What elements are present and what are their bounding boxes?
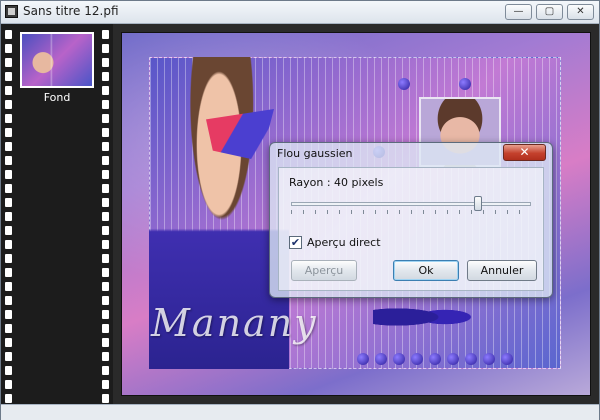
close-button[interactable]: ✕ [567, 4, 594, 20]
filmstrip-perforation [102, 156, 109, 165]
filmstrip-perforation [102, 324, 109, 333]
filmstrip-perforation [102, 226, 109, 235]
filmstrip-perforation [5, 58, 12, 67]
filmstrip-perforation [5, 72, 12, 81]
radius-slider-track[interactable] [291, 202, 531, 206]
filmstrip-perforation [5, 338, 12, 347]
cancel-button[interactable]: Annuler [467, 260, 537, 281]
layer-thumbnail-label: Fond [43, 91, 71, 104]
filmstrip-perforation [102, 184, 109, 193]
filmstrip-perforation [102, 100, 109, 109]
bead-decoration [357, 353, 369, 365]
filmstrip-perforation [102, 296, 109, 305]
filmstrip-perforation [5, 44, 12, 53]
bead-decoration [459, 78, 471, 90]
layer-thumbnail[interactable] [20, 32, 94, 88]
filmstrip-perforation [5, 170, 12, 179]
bead-decoration [483, 353, 495, 365]
filmstrip-perforation [5, 156, 12, 165]
bead-decoration [398, 78, 410, 90]
filmstrip-perforation [102, 310, 109, 319]
filmstrip-perforation [102, 128, 109, 137]
radius-slider-ticks [291, 210, 531, 214]
title-bar[interactable]: Sans titre 12.pfi — ▢ ✕ [1, 1, 599, 24]
status-bar [1, 404, 599, 420]
filmstrip-perforation [102, 44, 109, 53]
filmstrip-perforation [102, 366, 109, 375]
bead-decoration [501, 353, 513, 365]
filmstrip-perforation [102, 240, 109, 249]
bead-decoration [411, 353, 423, 365]
radius-slider-thumb[interactable] [474, 196, 483, 211]
filmstrip-perforation [102, 114, 109, 123]
filmstrip-perforation [5, 296, 12, 305]
filmstrip-perforation [5, 212, 12, 221]
filmstrip-perforation [102, 268, 109, 277]
filmstrip-perforation [102, 282, 109, 291]
filmstrip-perforation [5, 240, 12, 249]
app-icon [5, 5, 18, 18]
layer-filmstrip: Fond [1, 24, 113, 404]
filmstrip-perforation [102, 142, 109, 151]
live-preview-label[interactable]: Aperçu direct [307, 236, 381, 249]
filmstrip-perforation [102, 212, 109, 221]
filmstrip-perforation [5, 114, 12, 123]
preview-button[interactable]: Aperçu [291, 260, 357, 281]
bead-decoration [393, 353, 405, 365]
filmstrip-perforation [5, 86, 12, 95]
filmstrip-perforation [5, 184, 12, 193]
filmstrip-perforation [102, 338, 109, 347]
filmstrip-perforation [102, 254, 109, 263]
dialog-title: Flou gaussien [277, 147, 353, 160]
ok-button[interactable]: Ok [393, 260, 459, 281]
bead-decoration [375, 353, 387, 365]
filmstrip-perforation [5, 394, 12, 403]
filmstrip-perforation [5, 128, 12, 137]
filmstrip-perforation [5, 380, 12, 389]
filmstrip-perforation [102, 198, 109, 207]
filmstrip-perforation [5, 282, 12, 291]
filmstrip-perforation [5, 100, 12, 109]
filmstrip-perforation [5, 254, 12, 263]
filmstrip-perforation [102, 170, 109, 179]
dialog-body: Rayon : 40 pixels ✔ Aperçu direct Aperçu… [278, 167, 544, 291]
dialog-title-bar[interactable]: Flou gaussien ✕ [270, 143, 552, 165]
filmstrip-perforation [102, 58, 109, 67]
live-preview-checkbox[interactable]: ✔ [289, 236, 302, 249]
window-title: Sans titre 12.pfi [23, 4, 119, 18]
filmstrip-perforation [5, 30, 12, 39]
filmstrip-perforation [102, 30, 109, 39]
bead-decoration [429, 353, 441, 365]
filmstrip-perforation [102, 380, 109, 389]
dialog-close-button[interactable]: ✕ [503, 144, 546, 161]
filmstrip-perforation [102, 72, 109, 81]
flower-decoration [373, 297, 493, 337]
bead-decoration [447, 353, 459, 365]
filmstrip-perforation [102, 394, 109, 403]
radius-label: Rayon : 40 pixels [289, 176, 384, 189]
filmstrip-perforation [102, 352, 109, 361]
filmstrip-perforation [5, 352, 12, 361]
filmstrip-perforation [5, 366, 12, 375]
maximize-button[interactable]: ▢ [536, 4, 563, 20]
filmstrip-perforation [5, 142, 12, 151]
signature-watermark: Manany [151, 301, 318, 345]
filmstrip-perforation [102, 86, 109, 95]
filmstrip-perforation [5, 226, 12, 235]
filmstrip-perforation [5, 324, 12, 333]
filmstrip-perforation [5, 310, 12, 319]
filmstrip-perforation [5, 268, 12, 277]
bead-decoration [465, 353, 477, 365]
gaussian-blur-dialog: Flou gaussien ✕ Rayon : 40 pixels ✔ Aper… [269, 142, 553, 298]
minimize-button[interactable]: — [505, 4, 532, 20]
filmstrip-perforation [5, 198, 12, 207]
